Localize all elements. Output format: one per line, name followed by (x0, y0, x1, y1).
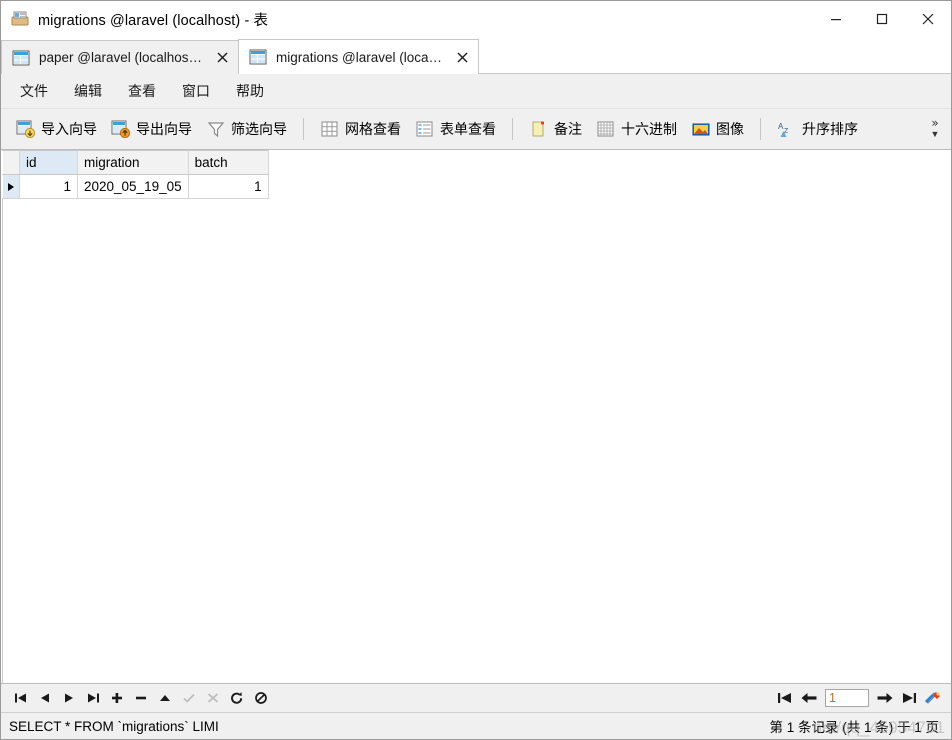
toolbar-button-label: 图像 (716, 121, 744, 137)
last-page-button[interactable] (897, 686, 921, 710)
first-page-button[interactable] (773, 686, 797, 710)
menu-item-help[interactable]: 帮助 (223, 75, 277, 107)
add-record-button[interactable] (105, 686, 129, 710)
tab-strip: paper @laravel (localhos… migrations @la… (1, 38, 951, 74)
navicat-window: migrations @laravel (localhost) - 表 pape… (0, 0, 952, 740)
status-bar: SELECT * FROM `migrations` LIMI 第 1 条记录 … (1, 712, 951, 739)
column-header-migration[interactable]: migration (77, 150, 189, 175)
delete-record-button[interactable] (129, 686, 153, 710)
table-tab-icon (12, 50, 30, 66)
import-wizard-button[interactable]: 导入向导 (9, 114, 104, 144)
chevron-down-icon: ▼ (930, 129, 940, 139)
filter-wizard-button[interactable]: 筛选向导 (199, 114, 294, 144)
toolbar-button-label: 十六进制 (621, 121, 677, 137)
import-wizard-icon (16, 120, 36, 139)
toolbar-button-label: 网格查看 (345, 121, 401, 137)
next-page-button[interactable] (873, 686, 897, 710)
status-record-count: 第 1 条记录 (共 1 条) 于 1 页 (769, 720, 939, 735)
tab-label: migrations @laravel (loca… (276, 49, 443, 65)
menu-item-window[interactable]: 窗口 (169, 75, 223, 107)
toolbar-separator (760, 118, 761, 140)
toolbar-button-label: 导出向导 (136, 121, 192, 137)
export-wizard-button[interactable]: 导出向导 (104, 114, 199, 144)
sort-ascending-button[interactable]: A Z 升序排序 (770, 114, 865, 144)
tab-paper[interactable]: paper @laravel (localhos… (1, 40, 240, 74)
filter-wizard-icon (206, 120, 226, 138)
next-record-button[interactable] (57, 686, 81, 710)
toolbar-button-label: 表单查看 (440, 121, 496, 137)
stop-button[interactable] (249, 686, 273, 710)
grid-left-border (2, 150, 3, 683)
tab-migrations[interactable]: migrations @laravel (loca… (238, 39, 480, 74)
status-sql-text: SELECT * FROM `migrations` LIMI (9, 718, 219, 734)
sort-ascending-icon: A Z (777, 120, 797, 138)
table-window-icon (11, 10, 29, 28)
toolbar: 导入向导 导出向导 筛选向导 网格查看 表单查看 备注 十六进制 图像 A Z … (1, 109, 951, 150)
memo-icon (529, 120, 549, 138)
cell-migration[interactable]: 2020_05_19_05 (77, 174, 189, 199)
toolbar-separator (512, 118, 513, 140)
page-number-input[interactable] (825, 689, 869, 707)
grid-header-row: id migration batch (2, 150, 269, 175)
pagination-controls (773, 684, 945, 712)
minimize-button[interactable] (813, 1, 859, 37)
toolbar-button-label: 升序排序 (802, 121, 858, 137)
first-record-button[interactable] (9, 686, 33, 710)
toolbar-button-label: 备注 (554, 121, 582, 137)
refresh-button[interactable] (225, 686, 249, 710)
confirm-change-button (177, 686, 201, 710)
data-grid: id migration batch 1 2020_05_19_05 1 (2, 150, 269, 199)
toolbar-separator (303, 118, 304, 140)
cell-id[interactable]: 1 (19, 174, 78, 199)
menu-item-file[interactable]: 文件 (7, 75, 61, 107)
table-row[interactable]: 1 2020_05_19_05 1 (2, 174, 269, 199)
export-wizard-icon (111, 120, 131, 139)
tools-button[interactable] (921, 686, 945, 710)
cell-batch[interactable]: 1 (187, 174, 269, 199)
tab-label: paper @laravel (localhos… (39, 50, 203, 65)
previous-record-button[interactable] (33, 686, 57, 710)
maximize-button[interactable] (859, 1, 905, 37)
image-button[interactable]: 图像 (684, 114, 751, 144)
previous-page-button[interactable] (797, 686, 821, 710)
column-header-batch[interactable]: batch (187, 150, 269, 175)
menu-bar: 文件 编辑 查看 窗口 帮助 (1, 74, 951, 109)
hex-button[interactable]: 十六进制 (589, 114, 684, 144)
toolbar-button-label: 筛选向导 (231, 121, 287, 137)
column-header-id[interactable]: id (19, 150, 78, 175)
menu-item-edit[interactable]: 编辑 (61, 75, 115, 107)
window-title: migrations @laravel (localhost) - 表 (38, 12, 269, 29)
current-row-arrow-icon (8, 183, 14, 192)
chevron-double-right-icon: » (931, 116, 939, 130)
window-controls (813, 1, 951, 37)
tab-close-icon[interactable] (214, 50, 230, 66)
toolbar-overflow-button[interactable]: » ▼ (923, 109, 947, 149)
data-grid-area[interactable]: id migration batch 1 2020_05_19_05 1 (1, 150, 951, 683)
table-tab-icon (249, 49, 267, 65)
title-bar: migrations @laravel (localhost) - 表 (1, 1, 951, 38)
close-button[interactable] (905, 1, 951, 37)
apply-change-button[interactable] (153, 686, 177, 710)
grid-corner-cell (2, 150, 20, 175)
image-icon (691, 120, 711, 138)
hex-icon (596, 120, 616, 138)
memo-button[interactable]: 备注 (522, 114, 589, 144)
record-navigation-bar (1, 683, 951, 712)
tab-close-icon[interactable] (454, 49, 470, 65)
menu-item-view[interactable]: 查看 (115, 75, 169, 107)
last-record-button[interactable] (81, 686, 105, 710)
toolbar-button-label: 导入向导 (41, 121, 97, 137)
grid-view-button[interactable]: 网格查看 (313, 114, 408, 144)
cancel-change-button (201, 686, 225, 710)
form-view-icon (415, 120, 435, 138)
row-marker-cell[interactable] (2, 174, 20, 199)
grid-view-icon (320, 120, 340, 138)
form-view-button[interactable]: 表单查看 (408, 114, 503, 144)
